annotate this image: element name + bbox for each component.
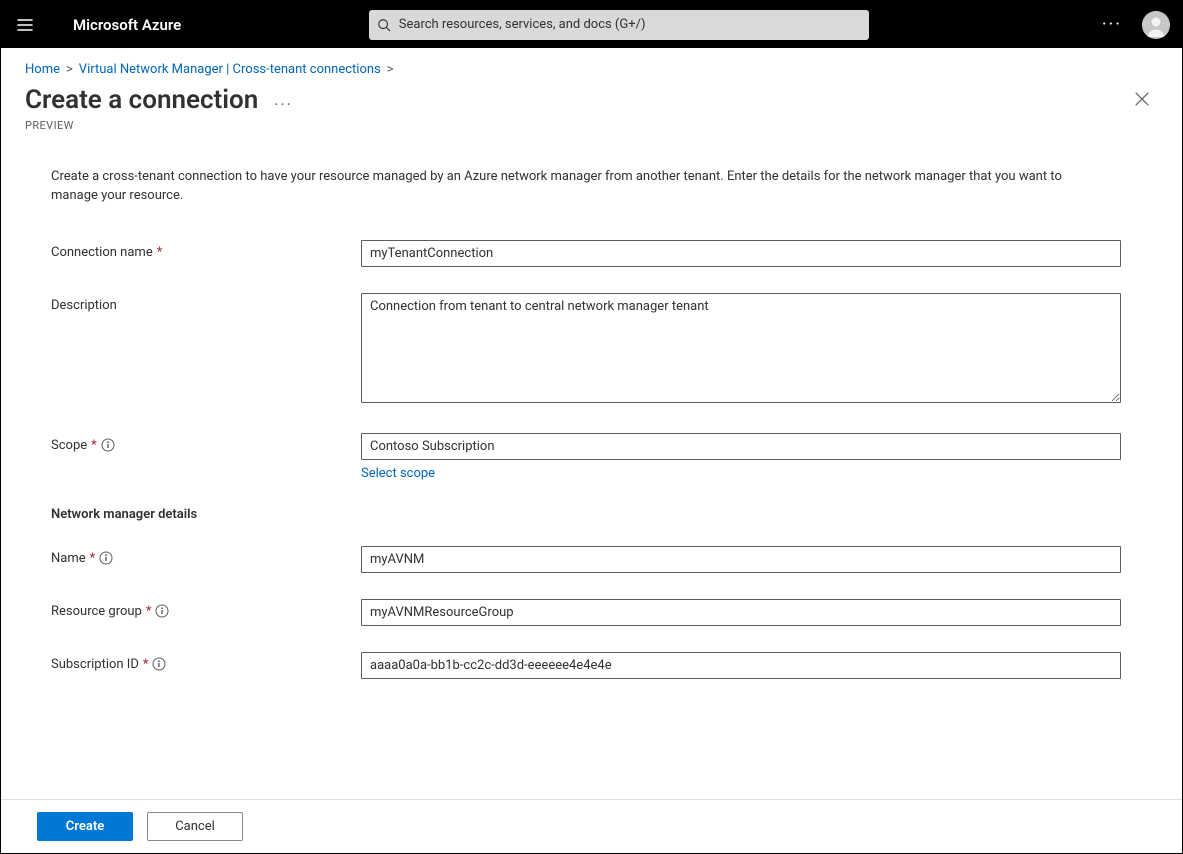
subscription-id-label: Subscription ID * xyxy=(51,652,361,672)
breadcrumb-home[interactable]: Home xyxy=(25,62,60,77)
global-search[interactable]: Search resources, services, and docs (G+… xyxy=(369,10,869,40)
page-header: Create a connection ··· xyxy=(1,83,1182,117)
footer: Create Cancel xyxy=(1,799,1182,853)
connection-name-input[interactable] xyxy=(361,240,1121,267)
info-icon xyxy=(101,438,115,452)
close-icon xyxy=(1134,91,1150,107)
scope-label: Scope * xyxy=(51,433,361,453)
menu-toggle[interactable] xyxy=(1,1,49,48)
create-button[interactable]: Create xyxy=(37,812,133,841)
user-avatar[interactable] xyxy=(1142,11,1170,39)
topbar-more[interactable]: ··· xyxy=(1096,10,1128,39)
required-indicator: * xyxy=(143,657,149,672)
breadcrumb: Home > Virtual Network Manager | Cross-t… xyxy=(1,48,1182,83)
brand[interactable]: Microsoft Azure xyxy=(49,16,205,34)
nm-name-info[interactable] xyxy=(99,551,113,565)
preview-badge: PREVIEW xyxy=(1,117,1182,132)
close-button[interactable] xyxy=(1126,85,1158,117)
info-icon xyxy=(155,604,169,618)
scope-info[interactable] xyxy=(101,438,115,452)
page-more[interactable]: ··· xyxy=(258,85,301,114)
breadcrumb-separator: > xyxy=(387,62,394,77)
subscription-id-input[interactable] xyxy=(361,652,1121,679)
resource-group-label: Resource group * xyxy=(51,599,361,619)
resource-group-info[interactable] xyxy=(155,604,169,618)
description-input[interactable] xyxy=(361,293,1121,403)
select-scope-link[interactable]: Select scope xyxy=(361,466,435,481)
search-placeholder: Search resources, services, and docs (G+… xyxy=(399,17,646,32)
info-icon xyxy=(152,657,166,671)
hamburger-icon xyxy=(17,17,33,33)
intro-text: Create a cross-tenant connection to have… xyxy=(51,168,1101,206)
nm-name-label: Name * xyxy=(51,546,361,566)
avatar-icon xyxy=(1142,11,1170,39)
required-indicator: * xyxy=(90,551,96,566)
scope-value[interactable]: Contoso Subscription xyxy=(361,433,1121,460)
nm-name-input[interactable] xyxy=(361,546,1121,573)
breadcrumb-separator: > xyxy=(66,62,73,77)
topbar: Microsoft Azure Search resources, servic… xyxy=(1,1,1182,48)
info-icon xyxy=(99,551,113,565)
breadcrumb-parent[interactable]: Virtual Network Manager | Cross-tenant c… xyxy=(79,62,381,77)
section-heading: Network manager details xyxy=(51,507,1132,522)
search-icon xyxy=(377,18,391,32)
page-title: Create a connection xyxy=(25,85,258,115)
subscription-id-info[interactable] xyxy=(152,657,166,671)
description-label: Description xyxy=(51,293,361,313)
connection-name-label: Connection name * xyxy=(51,240,361,260)
required-indicator: * xyxy=(91,438,97,453)
resource-group-input[interactable] xyxy=(361,599,1121,626)
cancel-button[interactable]: Cancel xyxy=(147,812,243,841)
required-indicator: * xyxy=(146,604,152,619)
required-indicator: * xyxy=(157,245,163,260)
form-area: Create a cross-tenant connection to have… xyxy=(1,132,1182,799)
